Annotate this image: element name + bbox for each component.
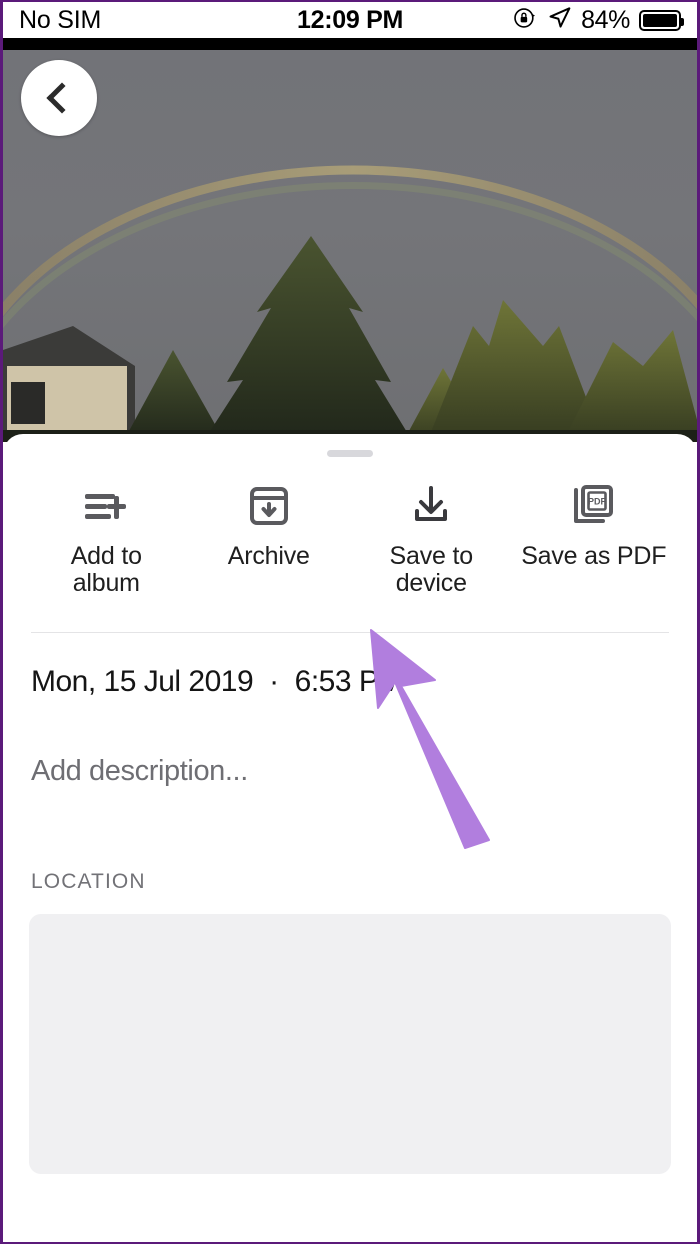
battery-percent-label: 84% <box>581 5 630 34</box>
photo-datetime[interactable]: Mon, 15 Jul 2019 · 6:53 PM <box>31 665 697 699</box>
description-input[interactable]: Add description... <box>31 755 697 788</box>
datetime-separator: · <box>269 665 279 698</box>
section-divider <box>31 632 669 633</box>
photo-time: 6:53 PM <box>294 665 404 698</box>
archive-icon <box>246 479 292 533</box>
pdf-icon: PDF <box>570 479 618 533</box>
photo-viewer[interactable] <box>3 50 697 442</box>
action-label: Save to device <box>389 542 474 597</box>
status-bar: No SIM 12:09 PM 84% <box>3 2 697 38</box>
action-label: Archive <box>227 542 310 570</box>
action-label: Save as PDF <box>521 542 667 570</box>
action-label: Add to album <box>70 542 142 597</box>
svg-text:PDF: PDF <box>588 497 607 507</box>
add-to-album-icon <box>81 479 131 533</box>
battery-icon <box>639 9 684 31</box>
detail-bottom-sheet: Add to album Archive Save to device PDF … <box>3 434 697 1242</box>
sheet-drag-handle[interactable] <box>327 450 373 457</box>
rotation-lock-icon <box>512 5 538 36</box>
photo-image <box>3 50 697 442</box>
notch-black-bar <box>3 38 697 50</box>
photo-date: Mon, 15 Jul 2019 <box>31 665 254 698</box>
location-arrow-icon <box>547 5 572 35</box>
action-add-to-album[interactable]: Add to album <box>25 479 188 596</box>
action-archive[interactable]: Archive <box>188 479 351 570</box>
back-chevron-icon <box>46 82 78 114</box>
action-save-to-device[interactable]: Save to device <box>350 479 513 596</box>
status-bar-indicators: 84% <box>512 5 684 36</box>
location-heading: LOCATION <box>31 870 146 893</box>
location-map-placeholder[interactable] <box>29 914 671 1174</box>
phone-screen: No SIM 12:09 PM 84% Add to album Archive… <box>0 0 700 1244</box>
back-button[interactable] <box>21 60 97 136</box>
carrier-label: No SIM <box>19 5 102 34</box>
download-icon <box>408 479 454 533</box>
action-save-as-pdf[interactable]: PDF Save as PDF <box>513 479 676 570</box>
action-row: Add to album Archive Save to device PDF … <box>3 479 697 596</box>
